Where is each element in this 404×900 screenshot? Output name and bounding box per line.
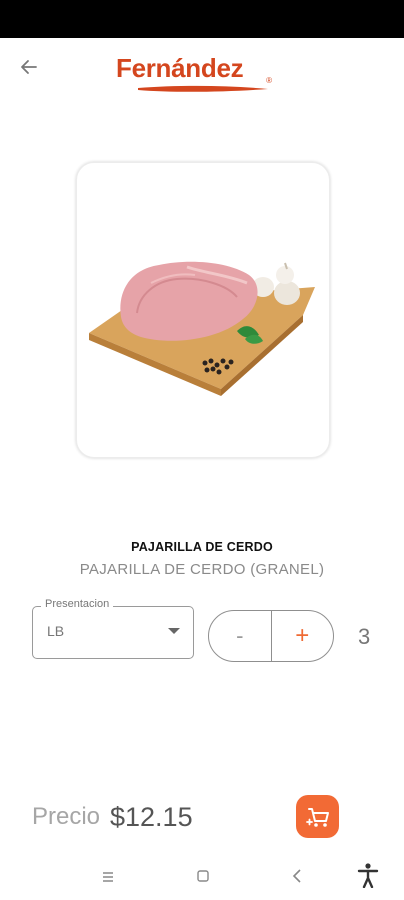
add-to-cart-icon <box>305 807 329 827</box>
back-button[interactable] <box>14 52 44 82</box>
product-image-card <box>76 162 330 458</box>
pork-on-cutting-board-image <box>89 261 315 396</box>
presentation-label: Presentacion <box>41 598 114 610</box>
product-description: PAJARILLA DE CERDO (GRANEL) <box>79 561 325 578</box>
back-icon[interactable] <box>290 868 304 884</box>
decrease-quantity-button[interactable]: - <box>209 611 272 661</box>
brand-logo: Fernández ® <box>116 52 282 100</box>
dropdown-caret-icon[interactable] <box>168 628 180 634</box>
logo-swoosh <box>138 85 268 92</box>
quantity-stepper: - + <box>208 610 334 662</box>
system-nav-bar <box>0 858 404 900</box>
increase-quantity-button[interactable]: + <box>272 611 334 661</box>
status-bar <box>0 0 404 38</box>
home-icon[interactable] <box>196 869 210 883</box>
price-label: Precio <box>32 803 101 830</box>
accessibility-icon[interactable] <box>356 862 380 888</box>
presentation-value: LB <box>47 623 65 639</box>
add-to-cart-button[interactable] <box>296 795 339 838</box>
menu-icon[interactable] <box>101 870 115 884</box>
arrow-left-icon <box>21 60 37 74</box>
price-value: $12.15 <box>110 802 193 832</box>
quantity-value: 3 <box>358 624 371 649</box>
product-name: PAJARILLA DE CERDO <box>131 540 273 554</box>
